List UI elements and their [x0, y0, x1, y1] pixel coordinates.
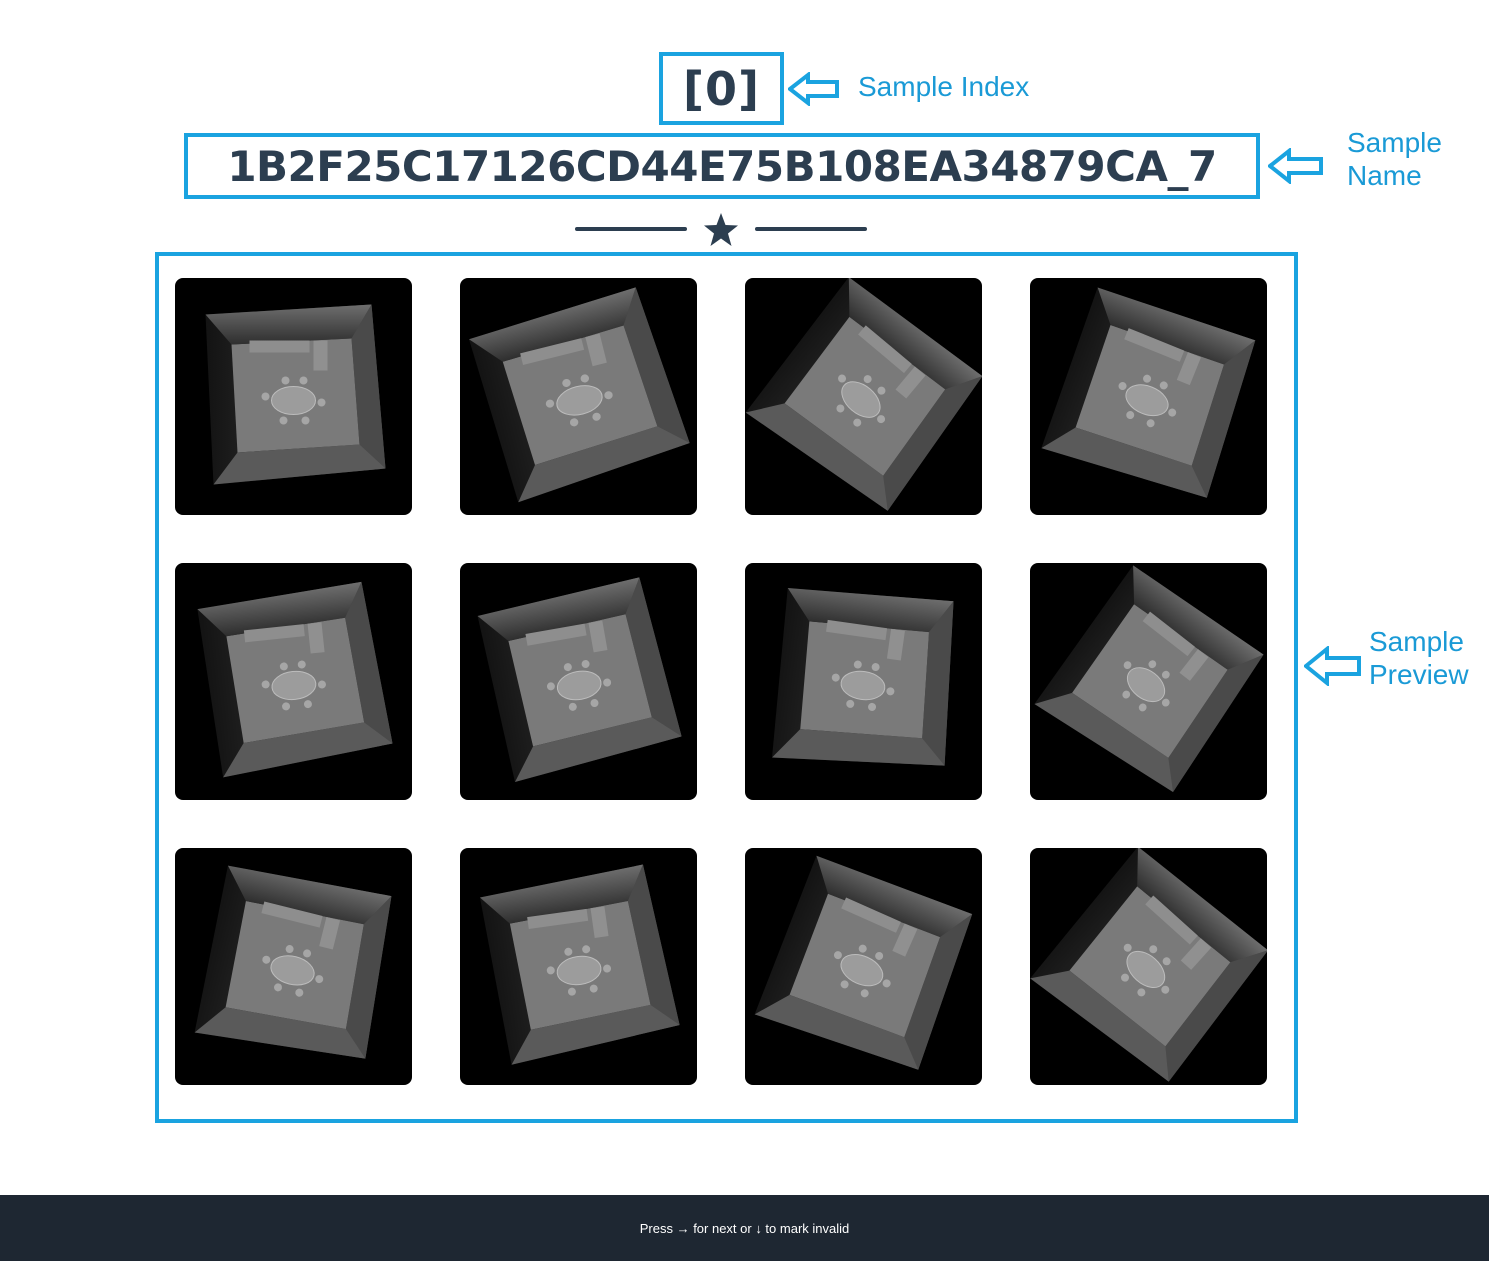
arrow-left-icon [1268, 148, 1323, 184]
divider-line-right [755, 227, 867, 231]
sample-index-annotation: Sample Index [858, 71, 1030, 102]
preview-thumbnail [1030, 848, 1267, 1085]
preview-thumbnail [175, 278, 412, 515]
sample-name: 1B2F25C17126CD44E75B108EA34879CA_7 [227, 141, 1217, 191]
annotation-line: Sample [1347, 127, 1442, 158]
divider-line-left [575, 227, 687, 231]
annotation-line: Sample [1369, 626, 1464, 657]
room-render-image [205, 304, 386, 485]
room-render-image [1034, 565, 1264, 793]
room-render-image [745, 278, 982, 511]
room-render-image [772, 588, 954, 766]
arrow-left-icon [788, 72, 839, 106]
preview-thumbnail [460, 278, 697, 515]
room-render-image [194, 865, 392, 1059]
preview-thumbnail [745, 278, 982, 515]
preview-thumbnail [460, 563, 697, 800]
annotation-line: Name [1347, 160, 1422, 191]
preview-thumbnail [175, 563, 412, 800]
room-render-image [1030, 848, 1267, 1082]
arrow-left-icon [1304, 646, 1361, 686]
preview-thumbnail [745, 563, 982, 800]
preview-thumbnail [460, 848, 697, 1085]
preview-thumbnail [1030, 563, 1267, 800]
footer-bar: Press → for next or ↓ to mark invalid [0, 1195, 1489, 1261]
room-render-image [469, 287, 690, 503]
annotation-line: Preview [1369, 659, 1469, 690]
room-render-image [197, 581, 393, 778]
sample-index: [0] [682, 61, 761, 116]
sample-preview-annotation: Sample Preview [1369, 625, 1469, 691]
keyboard-hint: Press → for next or ↓ to mark invalid [639, 1220, 850, 1236]
room-render-image [1041, 287, 1256, 498]
sample-name-annotation: Sample Name [1347, 126, 1442, 192]
room-render-image [479, 864, 680, 1065]
room-render-image [754, 855, 973, 1070]
star-icon [704, 213, 738, 246]
preview-thumbnail [1030, 278, 1267, 515]
preview-thumbnail [745, 848, 982, 1085]
room-render-image [477, 577, 682, 783]
preview-thumbnail [175, 848, 412, 1085]
